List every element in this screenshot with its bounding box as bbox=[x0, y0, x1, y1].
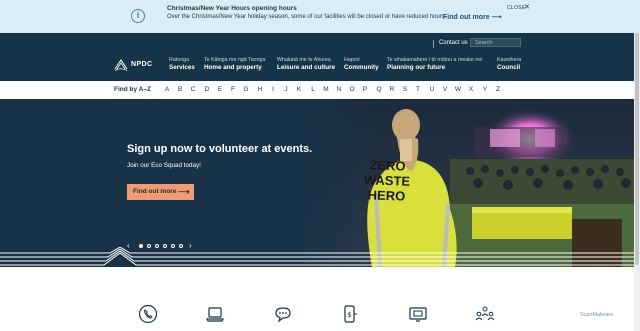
arrow-right-icon: ⟶ bbox=[491, 14, 502, 21]
nav-main-label: Community bbox=[344, 64, 379, 71]
carousel-dot-6[interactable] bbox=[179, 244, 183, 248]
find-by-a-z-label: Find by A–Z bbox=[114, 86, 151, 93]
hero-wave-decoration bbox=[0, 247, 634, 266]
divider bbox=[433, 40, 434, 48]
laptop-icon[interactable] bbox=[205, 304, 225, 324]
contact-us-link[interactable]: Contact us bbox=[439, 40, 468, 46]
hero-title: Sign up now to volunteer at events. bbox=[127, 143, 313, 155]
az-letter-n[interactable]: N bbox=[335, 86, 343, 93]
az-letter-c[interactable]: C bbox=[189, 86, 197, 93]
a-z-bar: Find by A–Z A B C D E F G H I J K L M N … bbox=[0, 81, 634, 99]
az-letter-p[interactable]: P bbox=[361, 86, 369, 93]
close-icon[interactable]: ✕ bbox=[524, 3, 530, 11]
nav-sub-label: Ratonga bbox=[169, 57, 190, 63]
carousel-dot-5[interactable] bbox=[171, 244, 175, 248]
nav-services[interactable]: Ratonga Services bbox=[169, 57, 195, 72]
az-letter-h[interactable]: H bbox=[256, 86, 264, 93]
arrow-right-icon: ⟶ bbox=[178, 187, 190, 196]
az-letter-r[interactable]: R bbox=[388, 86, 396, 93]
az-letter-e[interactable]: E bbox=[216, 86, 224, 93]
az-letter-y[interactable]: Y bbox=[481, 86, 489, 93]
nav-main-label: Planning our future bbox=[387, 64, 446, 71]
az-letter-d[interactable]: D bbox=[203, 86, 211, 93]
alert-link-label: Find out more bbox=[443, 14, 490, 21]
nav-leisure-and-culture[interactable]: Whakatā me te Ahurea Leisure and culture bbox=[277, 57, 335, 72]
nav-council[interactable]: Kaunihera Council bbox=[497, 57, 521, 72]
az-letter-g[interactable]: G bbox=[242, 86, 250, 93]
az-letter-m[interactable]: M bbox=[322, 86, 330, 93]
az-letter-v[interactable]: V bbox=[441, 86, 449, 93]
vest-text: ZERO WASTE HERO bbox=[360, 157, 414, 204]
info-icon: i bbox=[131, 9, 145, 23]
phone-icon[interactable] bbox=[138, 304, 158, 324]
carousel-prev-button[interactable]: ‹ bbox=[127, 241, 130, 250]
carousel-dot-2[interactable] bbox=[147, 244, 151, 248]
hero-carousel bbox=[0, 99, 634, 267]
carousel-dot-4[interactable] bbox=[163, 244, 167, 248]
hero-subtitle: Join our Eco Squad today! bbox=[127, 162, 201, 169]
nav-home-and-property[interactable]: Te Kāinga me ngā Taonga Home and propert… bbox=[204, 57, 265, 72]
nav-main-label: Council bbox=[497, 64, 521, 71]
az-letter-s[interactable]: S bbox=[401, 86, 409, 93]
carousel-next-button[interactable]: › bbox=[189, 241, 192, 250]
logo-mark-icon bbox=[114, 59, 128, 71]
nav-sub-label: Kaunihera bbox=[497, 57, 522, 63]
az-letter-t[interactable]: T bbox=[414, 86, 422, 93]
hero-photo bbox=[300, 99, 634, 267]
scrollbar-thumb[interactable] bbox=[635, 33, 639, 265]
az-letter-a[interactable]: A bbox=[163, 86, 171, 93]
az-letter-j[interactable]: J bbox=[282, 86, 290, 93]
svg-text:$: $ bbox=[347, 311, 351, 319]
alert-text: Over the Christmas/New Year holiday seas… bbox=[167, 14, 447, 20]
quick-links-row: $ bbox=[0, 296, 634, 331]
alert-title: Christmas/New Year Hours opening hours bbox=[167, 5, 297, 12]
az-letter-b[interactable]: B bbox=[176, 86, 184, 93]
az-letter-o[interactable]: O bbox=[348, 86, 356, 93]
az-letter-f[interactable]: F bbox=[229, 86, 237, 93]
az-letter-x[interactable]: X bbox=[467, 86, 475, 93]
nav-sub-label: Hapori bbox=[344, 57, 360, 63]
az-letter-l[interactable]: L bbox=[309, 86, 317, 93]
screen-payment-icon[interactable] bbox=[408, 304, 428, 324]
page-scrollbar[interactable] bbox=[634, 33, 640, 331]
carousel-dot-3[interactable] bbox=[155, 244, 159, 248]
chat-icon[interactable] bbox=[273, 304, 293, 324]
hero-button-label: Find out more bbox=[133, 188, 177, 195]
az-letter-i[interactable]: I bbox=[269, 86, 277, 93]
nav-planning-our-future[interactable]: Te whakamahere i tō mātou a meake nei Pl… bbox=[387, 57, 482, 72]
az-letter-z[interactable]: Z bbox=[494, 86, 502, 93]
mobile-pay-icon[interactable]: $ bbox=[340, 304, 360, 324]
vest-line-3: HERO bbox=[367, 187, 406, 204]
nav-main-label: Home and property bbox=[204, 64, 262, 71]
az-letter-q[interactable]: Q bbox=[375, 86, 383, 93]
nav-main-label: Services bbox=[169, 64, 195, 71]
az-letter-u[interactable]: U bbox=[428, 86, 436, 93]
nav-main-label: Leisure and culture bbox=[277, 64, 336, 71]
search-input[interactable]: Search bbox=[470, 38, 521, 47]
logo-text: NPDC bbox=[131, 61, 153, 68]
alert-banner: i Christmas/New Year Hours opening hours… bbox=[0, 0, 640, 33]
alert-close-button[interactable]: CLOSE bbox=[507, 5, 525, 11]
community-icon[interactable] bbox=[475, 304, 495, 324]
az-letter-w[interactable]: W bbox=[454, 86, 462, 93]
nav-sub-label: Te Kāinga me ngā Taonga bbox=[204, 57, 266, 63]
nav-community[interactable]: Hapori Community bbox=[344, 57, 379, 72]
nav-sub-label: Whakatā me te Ahurea bbox=[277, 57, 331, 63]
hero-find-out-more-button[interactable]: Find out more ⟶ bbox=[127, 184, 194, 200]
alert-find-out-more-link[interactable]: Find out more ⟶ bbox=[443, 13, 502, 21]
az-letter-k[interactable]: K bbox=[295, 86, 303, 93]
watermark: ScanMalware bbox=[580, 312, 614, 318]
nav-sub-label: Te whakamahere i tō mātou a meake nei bbox=[387, 57, 483, 63]
carousel-dot-1[interactable] bbox=[139, 244, 143, 248]
